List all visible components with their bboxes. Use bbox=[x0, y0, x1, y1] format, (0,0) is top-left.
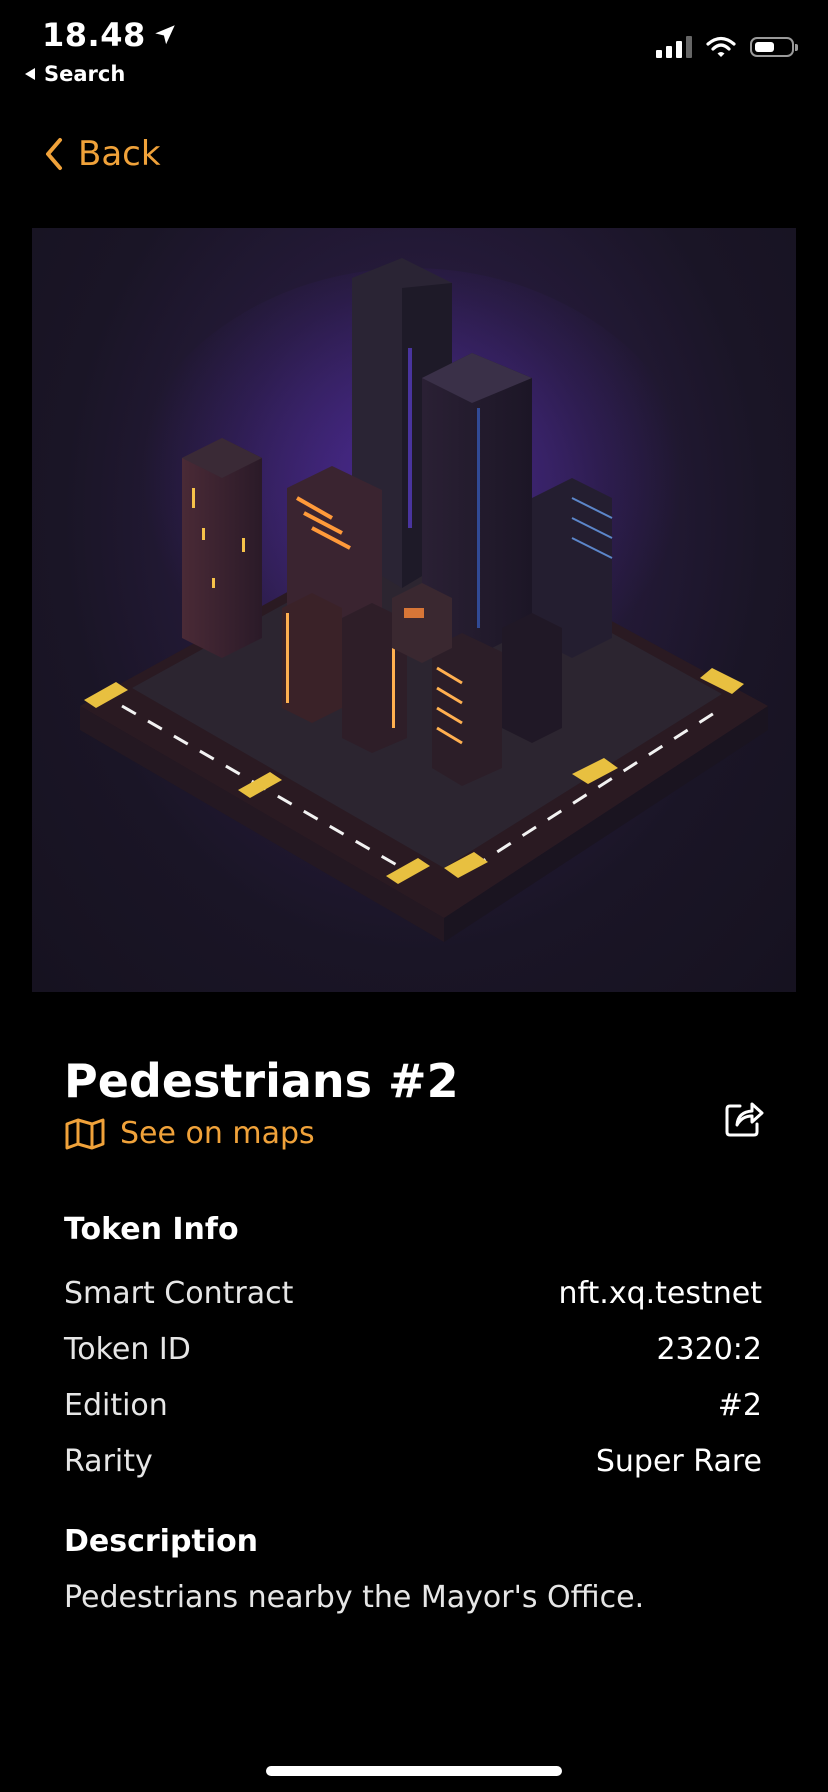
info-value: #2 bbox=[717, 1388, 762, 1423]
info-row-token-id: Token ID 2320:2 bbox=[64, 1332, 762, 1367]
battery-icon bbox=[750, 37, 798, 57]
info-row-edition: Edition #2 bbox=[64, 1388, 762, 1423]
info-row-rarity: Rarity Super Rare bbox=[64, 1444, 762, 1479]
info-label: Rarity bbox=[64, 1444, 153, 1479]
token-info-heading: Token Info bbox=[64, 1212, 239, 1247]
share-icon bbox=[725, 1102, 764, 1137]
status-icons bbox=[656, 36, 798, 58]
back-to-app-button[interactable]: Search bbox=[24, 62, 125, 86]
wifi-icon bbox=[706, 36, 736, 57]
signal-icon bbox=[656, 36, 692, 58]
home-indicator[interactable] bbox=[266, 1766, 562, 1776]
share-button[interactable] bbox=[724, 1098, 764, 1138]
info-label: Smart Contract bbox=[64, 1276, 294, 1311]
info-row-smart-contract: Smart Contract nft.xq.testnet bbox=[64, 1276, 762, 1311]
back-to-app-label: Search bbox=[44, 62, 126, 86]
status-time-text: 18.48 bbox=[42, 16, 146, 54]
info-value: nft.xq.testnet bbox=[558, 1276, 762, 1311]
info-label: Token ID bbox=[64, 1332, 191, 1367]
info-value: Super Rare bbox=[595, 1444, 762, 1479]
chevron-left-icon bbox=[46, 138, 62, 170]
info-value: 2320:2 bbox=[656, 1332, 762, 1367]
map-icon bbox=[65, 1118, 105, 1149]
location-arrow-icon bbox=[154, 25, 175, 45]
back-triangle-icon bbox=[25, 68, 35, 80]
see-on-maps-label: See on maps bbox=[120, 1116, 315, 1151]
description-text: Pedestrians nearby the Mayor's Office. bbox=[64, 1580, 645, 1615]
back-button[interactable]: Back bbox=[44, 134, 161, 174]
description-heading: Description bbox=[64, 1524, 259, 1559]
back-button-label: Back bbox=[78, 134, 161, 174]
info-label: Edition bbox=[64, 1388, 168, 1423]
see-on-maps-link[interactable]: See on maps bbox=[64, 1116, 315, 1151]
nft-image bbox=[32, 228, 796, 992]
status-time: 18.48 bbox=[42, 16, 178, 54]
token-title: Pedestrians #2 bbox=[64, 1054, 459, 1108]
